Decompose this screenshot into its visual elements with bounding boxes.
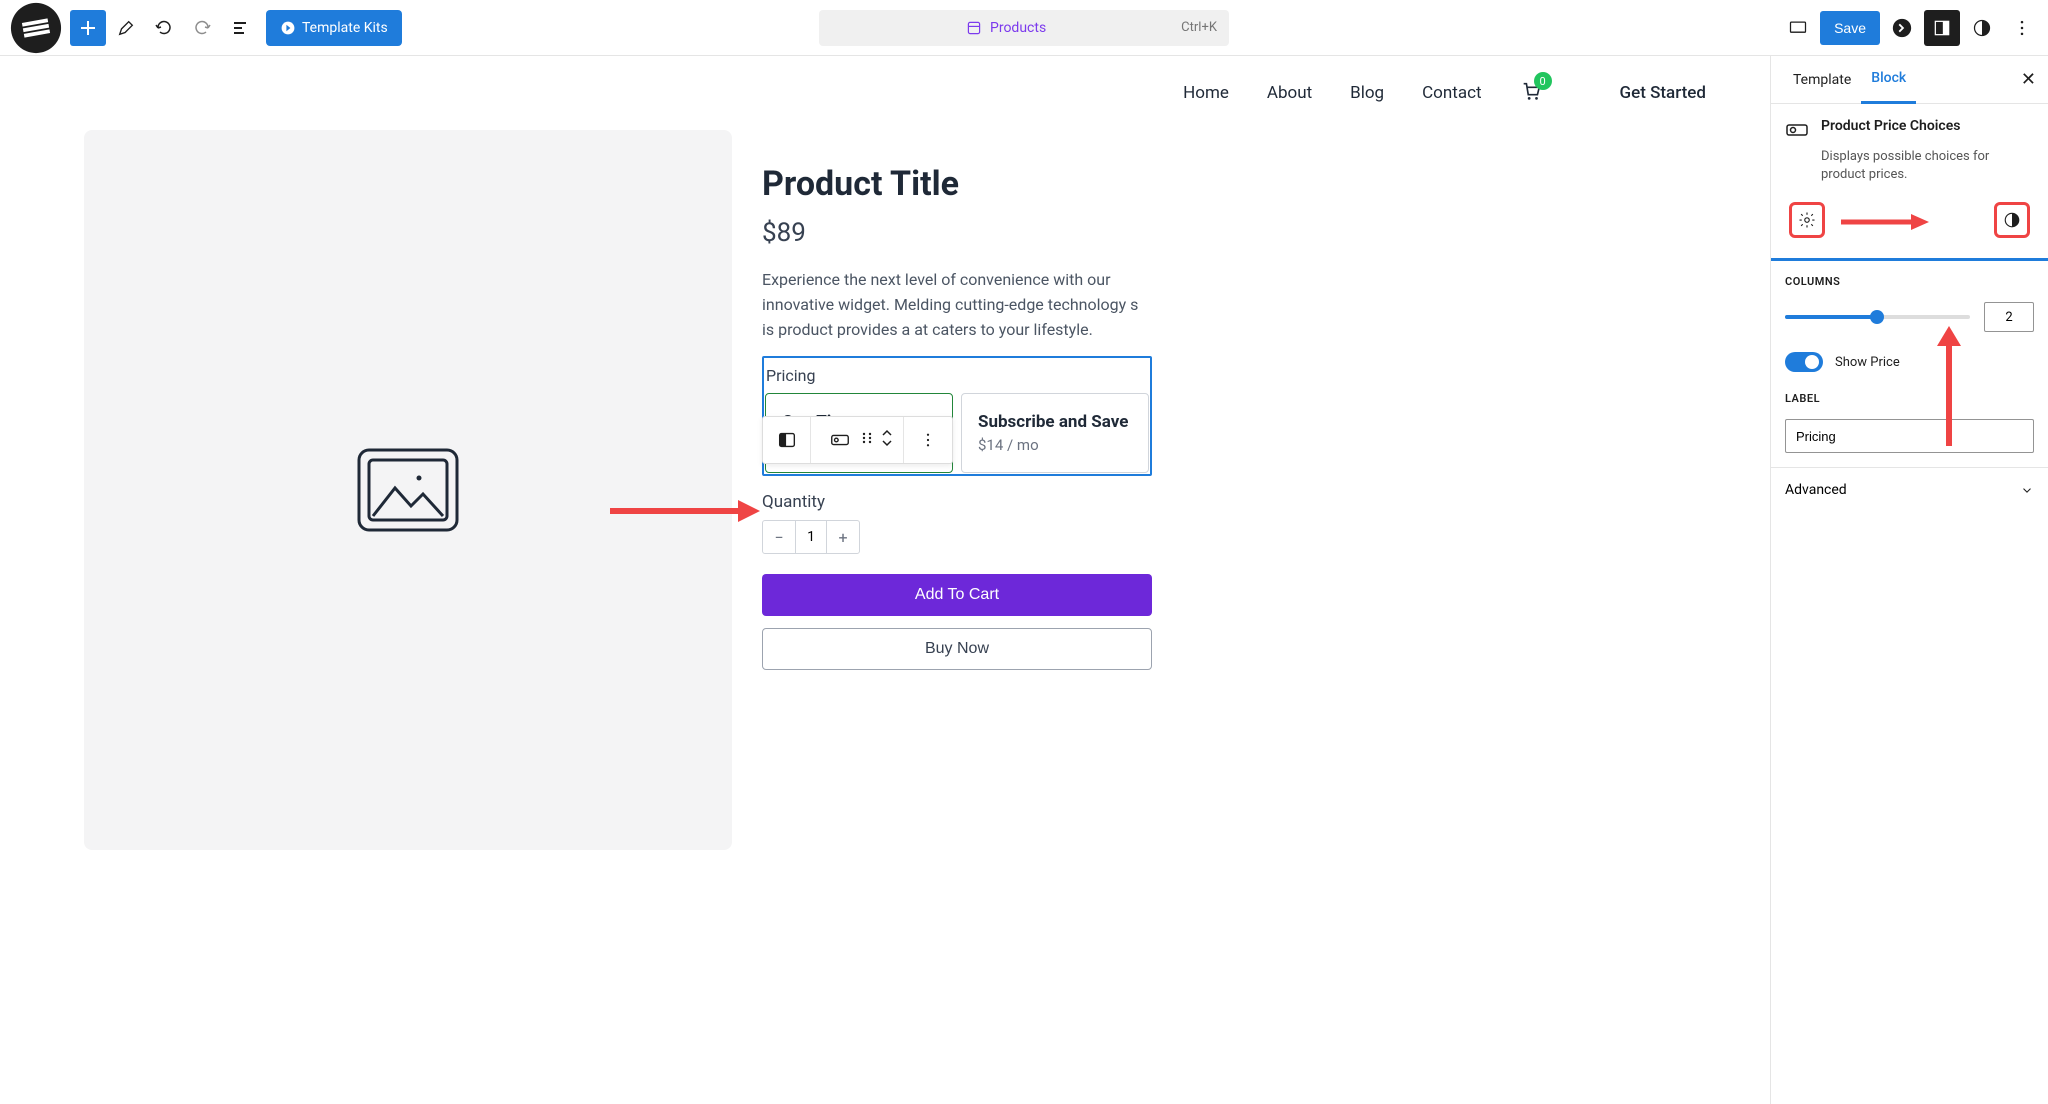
command-bar[interactable]: Products Ctrl+K: [819, 10, 1229, 46]
app-logo: [8, 0, 64, 56]
product-description[interactable]: Experience the next level of convenience…: [762, 268, 1152, 342]
contrast-icon: [2003, 211, 2021, 229]
columns-label: Columns: [1785, 275, 2034, 288]
add-block-button[interactable]: [70, 10, 106, 46]
quantity-increase[interactable]: +: [827, 521, 859, 553]
advanced-panel[interactable]: Advanced: [1771, 467, 2048, 512]
image-placeholder-icon: [353, 440, 463, 540]
site-nav: Home About Blog Contact 0 Get Started: [0, 56, 1770, 130]
cart-button[interactable]: 0: [1520, 80, 1542, 106]
chevron-down-icon: [2020, 483, 2034, 497]
tab-template[interactable]: Template: [1783, 56, 1861, 104]
annotation-arrow-right: [1841, 212, 1929, 232]
product-price[interactable]: $89: [762, 218, 1152, 248]
nav-link-about[interactable]: About: [1267, 83, 1312, 103]
columns-slider[interactable]: [1785, 315, 1970, 319]
sidebar: Template Block ✕ Product Price Choices D…: [1770, 56, 2048, 1104]
command-label: Products: [990, 20, 1046, 36]
show-price-toggle[interactable]: [1785, 352, 1823, 372]
label-input[interactable]: [1785, 419, 2034, 453]
quantity-decrease[interactable]: −: [763, 521, 795, 553]
quantity-label: Quantity: [762, 492, 1152, 512]
redo-button[interactable]: [184, 10, 220, 46]
nav-link-home[interactable]: Home: [1183, 83, 1229, 103]
template-kits-button[interactable]: Template Kits: [266, 10, 402, 46]
list-view-button[interactable]: [222, 10, 258, 46]
block-description: Displays possible choices for product pr…: [1821, 148, 2034, 184]
products-icon: [966, 20, 982, 36]
quantity-stepper: − 1 +: [762, 520, 860, 554]
canvas[interactable]: Home About Blog Contact 0 Get Started Pr…: [0, 56, 1770, 1104]
active-tab-underline: [1771, 258, 2048, 261]
price-option-subscribe[interactable]: Subscribe and Save $14 / mo: [961, 393, 1149, 473]
toolbar-move[interactable]: [879, 428, 895, 452]
toolbar-parent-block[interactable]: [763, 417, 811, 463]
template-kits-label: Template Kits: [302, 20, 388, 36]
undo-button[interactable]: [146, 10, 182, 46]
more-menu-button[interactable]: [2004, 10, 2040, 46]
view-desktop-button[interactable]: [1780, 10, 1816, 46]
advanced-label: Advanced: [1785, 482, 1847, 498]
edit-button[interactable]: [108, 10, 144, 46]
buy-now-button[interactable]: Buy Now: [762, 628, 1152, 670]
settings-panel-button[interactable]: [1924, 10, 1960, 46]
price-option-price: $14 / mo: [978, 436, 1132, 454]
annotation-arrow-up: [1934, 326, 1964, 446]
columns-value[interactable]: 2: [1984, 302, 2034, 332]
annotation-arrow-left: [610, 496, 760, 526]
topbar: Template Kits Products Ctrl+K Save: [0, 0, 2048, 56]
block-title: Product Price Choices: [1821, 118, 1960, 142]
styles-button[interactable]: [1964, 10, 2000, 46]
add-to-cart-button[interactable]: Add To Cart: [762, 574, 1152, 616]
price-option-title: Subscribe and Save: [978, 412, 1132, 432]
save-button[interactable]: Save: [1820, 11, 1880, 45]
close-sidebar-button[interactable]: ✕: [2021, 69, 2036, 90]
label-field-label: Label: [1785, 392, 2034, 405]
nav-link-blog[interactable]: Blog: [1350, 83, 1384, 103]
get-started-link[interactable]: Get Started: [1620, 83, 1706, 103]
toolbar-block-icon[interactable]: [825, 429, 855, 451]
surecart-icon[interactable]: [1884, 10, 1920, 46]
tab-block[interactable]: Block: [1861, 56, 1916, 104]
quantity-value: 1: [795, 521, 827, 553]
pricing-label: Pricing: [764, 366, 1150, 393]
toolbar-more[interactable]: [904, 417, 952, 463]
gear-icon: [1798, 211, 1816, 229]
block-type-icon: [1785, 118, 1809, 142]
product-image-placeholder[interactable]: [84, 130, 732, 850]
block-toolbar: [762, 416, 953, 464]
styles-tab-button[interactable]: [1994, 202, 2030, 238]
product-title[interactable]: Product Title: [762, 164, 1152, 204]
nav-link-contact[interactable]: Contact: [1422, 83, 1481, 103]
command-shortcut: Ctrl+K: [1181, 20, 1217, 35]
toolbar-drag-handle[interactable]: [859, 430, 875, 450]
settings-tab-button[interactable]: [1789, 202, 1825, 238]
show-price-label: Show Price: [1835, 355, 1900, 370]
cart-badge: 0: [1534, 72, 1552, 90]
